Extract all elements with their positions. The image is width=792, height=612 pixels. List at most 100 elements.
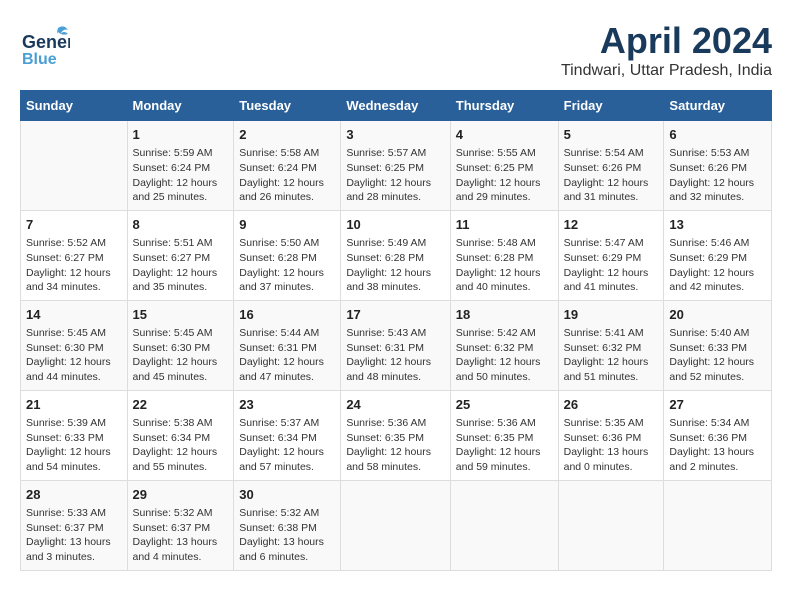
weekday-header-thursday: Thursday bbox=[450, 91, 558, 121]
day-number: 16 bbox=[239, 306, 335, 324]
day-number: 15 bbox=[133, 306, 229, 324]
calendar-cell: 1 Sunrise: 5:59 AM Sunset: 6:24 PM Daylig… bbox=[127, 121, 234, 211]
day-info: Sunrise: 5:54 AM Sunset: 6:26 PM Dayligh… bbox=[564, 146, 659, 205]
day-info: Sunrise: 5:45 AM Sunset: 6:30 PM Dayligh… bbox=[26, 326, 122, 385]
calendar-table: SundayMondayTuesdayWednesdayThursdayFrid… bbox=[20, 90, 772, 571]
day-number: 2 bbox=[239, 126, 335, 144]
calendar-cell: 6 Sunrise: 5:53 AM Sunset: 6:26 PM Daylig… bbox=[664, 121, 772, 211]
calendar-cell: 22 Sunrise: 5:38 AM Sunset: 6:34 PM Dayli… bbox=[127, 390, 234, 480]
weekday-header-monday: Monday bbox=[127, 91, 234, 121]
calendar-cell: 9Sunrise: 5:50 AM Sunset: 6:28 PM Daylig… bbox=[234, 210, 341, 300]
calendar-cell bbox=[341, 480, 450, 570]
calendar-cell: 29 Sunrise: 5:32 AM Sunset: 6:37 PM Dayli… bbox=[127, 480, 234, 570]
day-number: 6 bbox=[669, 126, 766, 144]
day-number: 14 bbox=[26, 306, 122, 324]
weekday-header-sunday: Sunday bbox=[21, 91, 128, 121]
day-number: 5 bbox=[564, 126, 659, 144]
day-number: 3 bbox=[346, 126, 444, 144]
day-info: Sunrise: 5:32 AM Sunset: 6:38 PM Dayligh… bbox=[239, 506, 335, 565]
calendar-cell: 12 Sunrise: 5:47 AM Sunset: 6:29 PM Dayli… bbox=[558, 210, 664, 300]
svg-text:General: General bbox=[22, 32, 70, 52]
calendar-cell: 18Sunrise: 5:42 AM Sunset: 6:32 PM Dayli… bbox=[450, 300, 558, 390]
calendar-cell: 28 Sunrise: 5:33 AM Sunset: 6:37 PM Dayli… bbox=[21, 480, 128, 570]
logo-icon: General Blue bbox=[20, 20, 70, 75]
day-number: 1 bbox=[133, 126, 229, 144]
day-number: 23 bbox=[239, 396, 335, 414]
calendar-cell bbox=[664, 480, 772, 570]
calendar-cell: 17Sunrise: 5:43 AM Sunset: 6:31 PM Dayli… bbox=[341, 300, 450, 390]
day-number: 29 bbox=[133, 486, 229, 504]
calendar-cell bbox=[450, 480, 558, 570]
day-info: Sunrise: 5:34 AM Sunset: 6:36 PM Dayligh… bbox=[669, 416, 766, 475]
svg-text:Blue: Blue bbox=[22, 51, 57, 68]
calendar-cell bbox=[21, 121, 128, 211]
calendar-cell: 20Sunrise: 5:40 AM Sunset: 6:33 PM Dayli… bbox=[664, 300, 772, 390]
title-section: April 2024 Tindwari, Uttar Pradesh, Indi… bbox=[561, 20, 772, 80]
day-number: 20 bbox=[669, 306, 766, 324]
day-number: 22 bbox=[133, 396, 229, 414]
calendar-cell: 10Sunrise: 5:49 AM Sunset: 6:28 PM Dayli… bbox=[341, 210, 450, 300]
logo: General Blue bbox=[20, 20, 70, 75]
weekday-header-tuesday: Tuesday bbox=[234, 91, 341, 121]
day-info: Sunrise: 5:59 AM Sunset: 6:24 PM Dayligh… bbox=[133, 146, 229, 205]
day-info: Sunrise: 5:45 AM Sunset: 6:30 PM Dayligh… bbox=[133, 326, 229, 385]
calendar-cell: 21Sunrise: 5:39 AM Sunset: 6:33 PM Dayli… bbox=[21, 390, 128, 480]
day-info: Sunrise: 5:35 AM Sunset: 6:36 PM Dayligh… bbox=[564, 416, 659, 475]
day-info: Sunrise: 5:38 AM Sunset: 6:34 PM Dayligh… bbox=[133, 416, 229, 475]
day-info: Sunrise: 5:41 AM Sunset: 6:32 PM Dayligh… bbox=[564, 326, 659, 385]
day-info: Sunrise: 5:50 AM Sunset: 6:28 PM Dayligh… bbox=[239, 236, 335, 295]
day-info: Sunrise: 5:36 AM Sunset: 6:35 PM Dayligh… bbox=[456, 416, 553, 475]
calendar-cell: 2 Sunrise: 5:58 AM Sunset: 6:24 PM Daylig… bbox=[234, 121, 341, 211]
calendar-cell: 16 Sunrise: 5:44 AM Sunset: 6:31 PM Dayli… bbox=[234, 300, 341, 390]
day-info: Sunrise: 5:36 AM Sunset: 6:35 PM Dayligh… bbox=[346, 416, 444, 475]
day-number: 7 bbox=[26, 216, 122, 234]
day-number: 13 bbox=[669, 216, 766, 234]
day-number: 18 bbox=[456, 306, 553, 324]
day-number: 12 bbox=[564, 216, 659, 234]
week-row-5: 28 Sunrise: 5:33 AM Sunset: 6:37 PM Dayli… bbox=[21, 480, 772, 570]
day-info: Sunrise: 5:47 AM Sunset: 6:29 PM Dayligh… bbox=[564, 236, 659, 295]
calendar-cell: 25 Sunrise: 5:36 AM Sunset: 6:35 PM Dayli… bbox=[450, 390, 558, 480]
calendar-cell bbox=[558, 480, 664, 570]
day-number: 19 bbox=[564, 306, 659, 324]
calendar-cell: 23 Sunrise: 5:37 AM Sunset: 6:34 PM Dayli… bbox=[234, 390, 341, 480]
weekday-header-row: SundayMondayTuesdayWednesdayThursdayFrid… bbox=[21, 91, 772, 121]
calendar-cell: 19 Sunrise: 5:41 AM Sunset: 6:32 PM Dayli… bbox=[558, 300, 664, 390]
calendar-cell: 15 Sunrise: 5:45 AM Sunset: 6:30 PM Dayli… bbox=[127, 300, 234, 390]
day-info: Sunrise: 5:37 AM Sunset: 6:34 PM Dayligh… bbox=[239, 416, 335, 475]
week-row-3: 14 Sunrise: 5:45 AM Sunset: 6:30 PM Dayli… bbox=[21, 300, 772, 390]
day-info: Sunrise: 5:55 AM Sunset: 6:25 PM Dayligh… bbox=[456, 146, 553, 205]
day-number: 26 bbox=[564, 396, 659, 414]
day-info: Sunrise: 5:32 AM Sunset: 6:37 PM Dayligh… bbox=[133, 506, 229, 565]
day-info: Sunrise: 5:44 AM Sunset: 6:31 PM Dayligh… bbox=[239, 326, 335, 385]
weekday-header-saturday: Saturday bbox=[664, 91, 772, 121]
day-info: Sunrise: 5:58 AM Sunset: 6:24 PM Dayligh… bbox=[239, 146, 335, 205]
day-info: Sunrise: 5:57 AM Sunset: 6:25 PM Dayligh… bbox=[346, 146, 444, 205]
calendar-cell: 5 Sunrise: 5:54 AM Sunset: 6:26 PM Daylig… bbox=[558, 121, 664, 211]
day-info: Sunrise: 5:53 AM Sunset: 6:26 PM Dayligh… bbox=[669, 146, 766, 205]
day-number: 25 bbox=[456, 396, 553, 414]
calendar-cell: 3 Sunrise: 5:57 AM Sunset: 6:25 PM Daylig… bbox=[341, 121, 450, 211]
day-number: 4 bbox=[456, 126, 553, 144]
day-number: 28 bbox=[26, 486, 122, 504]
day-number: 27 bbox=[669, 396, 766, 414]
main-title: April 2024 bbox=[561, 20, 772, 62]
calendar-cell: 13 Sunrise: 5:46 AM Sunset: 6:29 PM Dayli… bbox=[664, 210, 772, 300]
calendar-cell: 8 Sunrise: 5:51 AM Sunset: 6:27 PM Daylig… bbox=[127, 210, 234, 300]
day-number: 8 bbox=[133, 216, 229, 234]
calendar-cell: 26 Sunrise: 5:35 AM Sunset: 6:36 PM Dayli… bbox=[558, 390, 664, 480]
week-row-4: 21Sunrise: 5:39 AM Sunset: 6:33 PM Dayli… bbox=[21, 390, 772, 480]
day-info: Sunrise: 5:51 AM Sunset: 6:27 PM Dayligh… bbox=[133, 236, 229, 295]
day-info: Sunrise: 5:52 AM Sunset: 6:27 PM Dayligh… bbox=[26, 236, 122, 295]
day-number: 17 bbox=[346, 306, 444, 324]
calendar-cell: 14 Sunrise: 5:45 AM Sunset: 6:30 PM Dayli… bbox=[21, 300, 128, 390]
calendar-cell: 4 Sunrise: 5:55 AM Sunset: 6:25 PM Daylig… bbox=[450, 121, 558, 211]
day-number: 11 bbox=[456, 216, 553, 234]
calendar-cell: 11Sunrise: 5:48 AM Sunset: 6:28 PM Dayli… bbox=[450, 210, 558, 300]
day-info: Sunrise: 5:33 AM Sunset: 6:37 PM Dayligh… bbox=[26, 506, 122, 565]
weekday-header-wednesday: Wednesday bbox=[341, 91, 450, 121]
week-row-1: 1 Sunrise: 5:59 AM Sunset: 6:24 PM Daylig… bbox=[21, 121, 772, 211]
day-info: Sunrise: 5:46 AM Sunset: 6:29 PM Dayligh… bbox=[669, 236, 766, 295]
subtitle: Tindwari, Uttar Pradesh, India bbox=[561, 62, 772, 80]
day-number: 21 bbox=[26, 396, 122, 414]
